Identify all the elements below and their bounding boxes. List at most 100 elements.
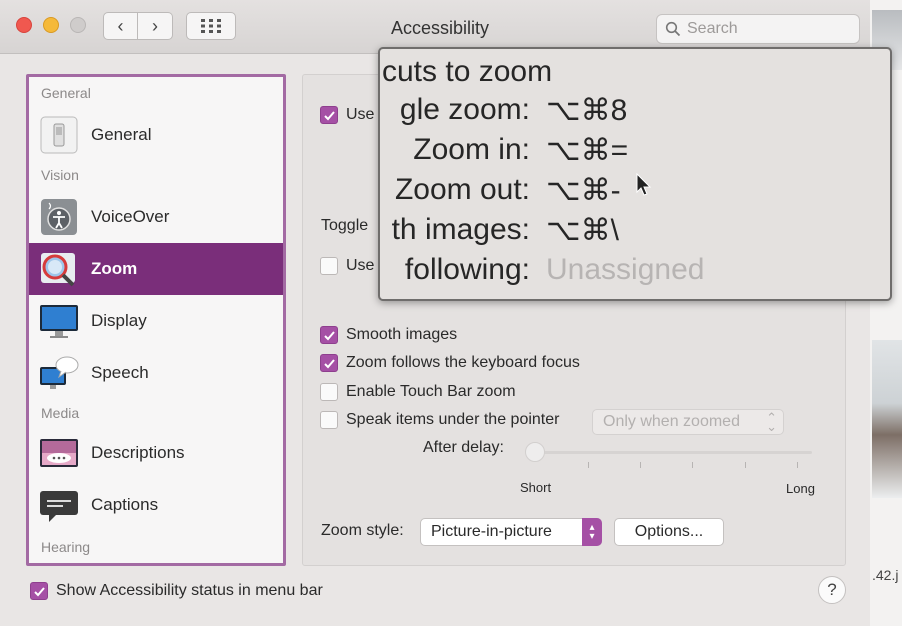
sidebar-item-zoom[interactable]: Zoom — [29, 243, 283, 295]
sidebar-item-label: Zoom — [91, 259, 138, 278]
touch-bar-zoom-checkbox[interactable]: Enable Touch Bar zoom — [320, 383, 516, 401]
checkmark-icon — [323, 330, 335, 340]
zoom-row-value: ⌥⌘8 — [546, 94, 628, 127]
up-down-arrows-icon: ▴ ▾ — [582, 518, 602, 546]
zoom-row-label: Zoom out: — [394, 173, 530, 206]
forward-button[interactable]: › — [138, 12, 173, 40]
checkbox-label: Use — [346, 106, 375, 123]
checkbox[interactable] — [320, 354, 338, 372]
zoom-style-label: Zoom style: — [321, 522, 404, 539]
zoom-row-label: following: — [404, 253, 530, 286]
zoom-row-label: gle zoom: — [399, 93, 530, 126]
zoom-row-value: ⌥⌘= — [546, 134, 629, 167]
sidebar-item-label: Captions — [91, 495, 159, 514]
show-status-checkbox[interactable]: Show Accessibility status in menu bar — [30, 582, 323, 600]
checkmark-icon — [323, 110, 335, 120]
delay-slider-thumb[interactable] — [525, 442, 545, 462]
zoom-row-value: Unassigned — [546, 253, 705, 286]
checkbox-label: Speak items under the pointer — [346, 411, 560, 428]
chevron-left-icon: ‹ — [117, 15, 124, 36]
use-keyboard-shortcuts-checkbox[interactable]: Use — [320, 106, 374, 124]
display-icon — [40, 305, 78, 338]
zoom-row-label: Zoom in: — [413, 133, 530, 166]
sidebar-item-speech[interactable]: Speech — [29, 347, 283, 399]
slider-tick — [640, 462, 641, 468]
zoom-row-value: ⌥⌘- — [546, 174, 621, 207]
section-vision: Vision — [41, 167, 79, 183]
checkbox[interactable] — [320, 326, 338, 344]
sidebar-item-general[interactable]: General — [29, 109, 283, 161]
section-media: Media — [41, 405, 80, 421]
zoom-title: cuts to zoom — [382, 55, 553, 88]
checkmark-icon — [323, 358, 335, 368]
checkmark-icon — [33, 586, 45, 596]
sidebar-item-descriptions[interactable]: Descriptions — [29, 427, 283, 479]
help-button[interactable]: ? — [818, 576, 846, 604]
speech-icon — [40, 356, 79, 389]
sidebar-item-label: Speech — [91, 363, 149, 382]
sidebar-item-captions[interactable]: Captions — [29, 479, 283, 531]
follows-focus-checkbox[interactable]: Zoom follows the keyboard focus — [320, 354, 580, 372]
title-bar: ‹ › Accessibility Search — [0, 0, 870, 54]
switch-icon — [40, 116, 78, 154]
zoom-row-label: th images: — [391, 213, 530, 246]
use-scroll-gesture-checkbox[interactable]: Use — [320, 257, 374, 275]
sidebar-item-label: Descriptions — [91, 443, 185, 462]
descriptions-icon — [40, 439, 78, 467]
sidebar-item-label: General — [91, 125, 152, 144]
slider-tick — [797, 462, 798, 468]
slider-tick — [588, 462, 589, 468]
minimize-button[interactable] — [43, 17, 59, 33]
speak-items-checkbox[interactable]: Speak items under the pointer — [320, 411, 559, 429]
voiceover-icon — [41, 199, 77, 235]
slider-tick — [692, 462, 693, 468]
checkbox[interactable] — [320, 106, 338, 124]
zoom-style-popup[interactable]: Picture-in-picture ▴ ▾ — [420, 518, 602, 546]
checkbox-label: Show Accessibility status in menu bar — [56, 582, 323, 599]
mouse-pointer-icon — [636, 173, 652, 196]
options-button[interactable]: Options... — [614, 518, 724, 546]
back-button[interactable]: ‹ — [103, 12, 138, 40]
smooth-images-checkbox[interactable]: Smooth images — [320, 326, 457, 344]
popup-value: Only when zoomed — [603, 413, 740, 430]
zoom-row-value: ⌥⌘\ — [546, 214, 619, 247]
captions-icon — [40, 491, 78, 522]
delay-slider-track[interactable] — [528, 451, 812, 454]
chevron-right-icon: › — [152, 15, 158, 36]
search-icon — [665, 21, 681, 37]
search-field[interactable]: Search — [656, 14, 860, 44]
grid-icon — [201, 19, 221, 33]
checkbox-label: Smooth images — [346, 326, 458, 343]
checkbox[interactable] — [320, 411, 338, 429]
background-photo — [872, 340, 902, 498]
checkbox-label: Zoom follows the keyboard focus — [346, 354, 580, 371]
checkbox-label: Use — [346, 257, 375, 274]
slider-tick — [745, 462, 746, 468]
show-all-button[interactable] — [186, 12, 236, 40]
slider-min-label: Short — [520, 480, 552, 495]
checkbox[interactable] — [320, 383, 338, 401]
popup-value: Picture-in-picture — [431, 523, 552, 540]
checkbox[interactable] — [30, 582, 48, 600]
close-button[interactable] — [16, 17, 32, 33]
after-delay-label: After delay: — [423, 439, 504, 456]
magnifier-icon — [41, 253, 75, 287]
checkbox[interactable] — [320, 257, 338, 275]
sidebar-item-display[interactable]: Display — [29, 295, 283, 347]
window-title: Accessibility — [390, 18, 490, 38]
toggle-label: Toggle — [321, 217, 369, 234]
checkbox-label: Enable Touch Bar zoom — [346, 383, 516, 400]
sidebar-item-label: Display — [91, 311, 147, 330]
sidebar-item-voiceover[interactable]: VoiceOver — [29, 191, 283, 243]
zoom-picture-in-picture-window: cuts to zoom gle zoom: ⌥⌘8 Zoom in: ⌥⌘= … — [378, 47, 892, 301]
sidebar: General General Vision VoiceOver Zoom Di… — [26, 74, 286, 566]
zoom-window-button[interactable] — [70, 17, 86, 33]
sidebar-item-label: VoiceOver — [91, 207, 170, 226]
section-hearing: Hearing — [41, 539, 91, 555]
slider-max-label: Long — [786, 481, 815, 496]
section-general: General — [41, 85, 91, 101]
search-placeholder: Search — [687, 20, 738, 37]
background-filename: .42.j — [872, 567, 899, 583]
speak-items-popup[interactable]: Only when zoomed ⌃ ⌄ — [592, 409, 784, 435]
up-down-arrows-icon: ⌃ ⌄ — [766, 410, 777, 434]
